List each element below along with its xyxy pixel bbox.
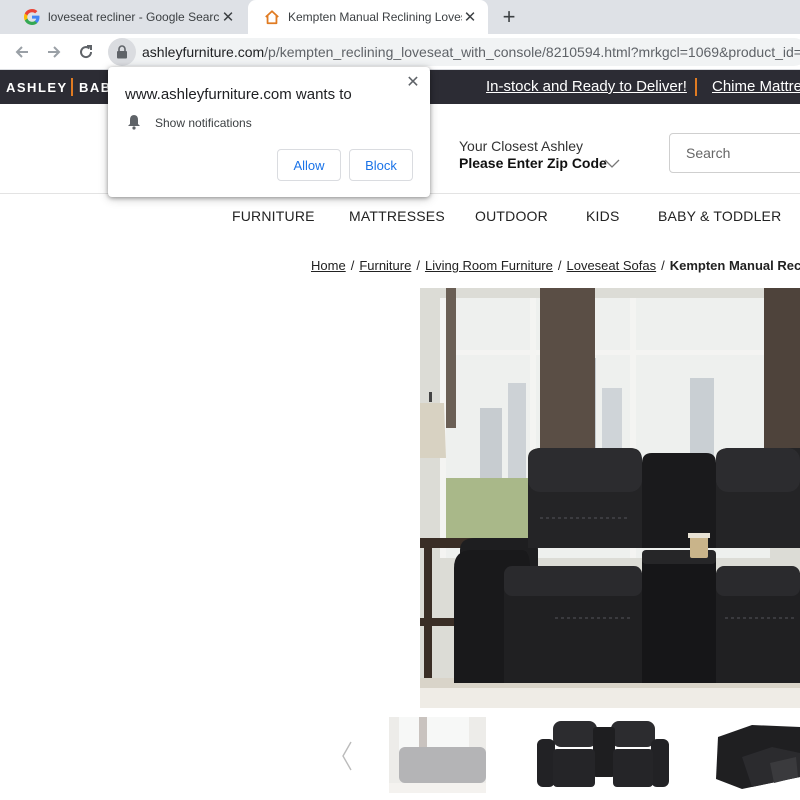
chevron-left-icon[interactable] — [340, 740, 354, 772]
breadcrumb-separator: / — [557, 258, 562, 273]
allow-button[interactable]: Allow — [277, 149, 341, 181]
chevron-down-icon[interactable] — [604, 156, 620, 174]
breadcrumb-home[interactable]: Home — [311, 258, 346, 273]
nav-item-furniture[interactable]: FURNITURE — [232, 208, 315, 224]
breadcrumb-separator: / — [661, 258, 665, 273]
product-image[interactable] — [420, 288, 800, 708]
tab-ashley-product[interactable]: Kempten Manual Reclining Loves ✕ — [248, 0, 488, 34]
url-domain: ashleyfurniture.com — [142, 44, 265, 60]
promo-chime-link[interactable]: Chime Mattre — [712, 78, 800, 95]
breadcrumb-furniture[interactable]: Furniture — [359, 258, 411, 273]
nav-item-kids[interactable]: KIDS — [586, 208, 619, 224]
zip-code-prompt[interactable]: Please Enter Zip Code — [459, 155, 607, 171]
tab-close-icon[interactable]: ✕ — [462, 9, 478, 26]
tab-title: Kempten Manual Reclining Loves — [288, 10, 462, 24]
ashley-baby-logo[interactable]: BAB — [79, 80, 112, 95]
main-nav: FURNITURE MATTRESSES OUTDOOR KIDS BABY &… — [0, 208, 800, 230]
lock-icon[interactable] — [108, 38, 136, 66]
back-arrow-icon[interactable] — [10, 40, 34, 64]
browser-toolbar: ashleyfurniture.com/p/kempten_reclining_… — [0, 34, 800, 70]
logo-divider — [71, 78, 73, 96]
site-search — [669, 133, 800, 173]
tab-close-icon[interactable]: ✕ — [220, 9, 236, 26]
breadcrumb: Home / Furniture / Living Room Furniture / Lov… — [311, 258, 800, 273]
search-input[interactable] — [670, 134, 800, 172]
close-icon[interactable]: ✕ — [404, 73, 422, 91]
breadcrumb-loveseat-sofas[interactable]: Loveseat Sofas — [566, 258, 656, 273]
google-g-icon — [24, 9, 40, 25]
reload-icon[interactable] — [74, 40, 98, 64]
breadcrumb-current: Kempten Manual Reclin — [669, 258, 800, 273]
breadcrumb-separator: / — [350, 258, 355, 273]
dialog-title: www.ashleyfurniture.com wants to — [125, 86, 352, 103]
new-tab-plus-icon[interactable]: + — [498, 6, 520, 28]
nav-item-outdoor[interactable]: OUTDOOR — [475, 208, 548, 224]
browser-tab-strip: loveseat recliner - Google Search ✕ Kemp… — [0, 0, 800, 34]
block-button[interactable]: Block — [349, 149, 413, 181]
url-path: /p/kempten_reclining_loveseat_with_conso… — [264, 44, 800, 60]
address-bar[interactable]: ashleyfurniture.com/p/kempten_reclining_… — [108, 38, 800, 66]
closest-store-label: Your Closest Ashley — [459, 138, 583, 154]
product-thumbnail[interactable] — [389, 717, 486, 793]
notification-permission-dialog: www.ashleyfurniture.com wants to ✕ Show … — [108, 67, 430, 197]
promo-divider — [695, 78, 697, 96]
breadcrumb-separator: / — [416, 258, 420, 273]
tab-title: loveseat recliner - Google Search — [48, 10, 220, 24]
permission-label: Show notifications — [155, 116, 252, 130]
nav-item-baby-toddler[interactable]: BABY & TODDLER — [658, 208, 781, 224]
product-thumbnail[interactable] — [533, 717, 671, 793]
tab-google-search[interactable]: loveseat recliner - Google Search ✕ — [8, 0, 246, 34]
ashley-house-icon — [264, 9, 280, 25]
promo-in-stock-link[interactable]: In-stock and Ready to Deliver! — [486, 78, 687, 95]
bell-icon — [127, 114, 141, 135]
ashley-logo[interactable]: ASHLEY — [6, 80, 68, 95]
nav-item-mattresses[interactable]: MATTRESSES — [349, 208, 445, 224]
url-text: ashleyfurniture.com/p/kempten_reclining_… — [142, 44, 800, 60]
product-thumbnail[interactable] — [712, 717, 800, 793]
breadcrumb-living-room[interactable]: Living Room Furniture — [425, 258, 553, 273]
forward-arrow-icon[interactable] — [42, 40, 66, 64]
